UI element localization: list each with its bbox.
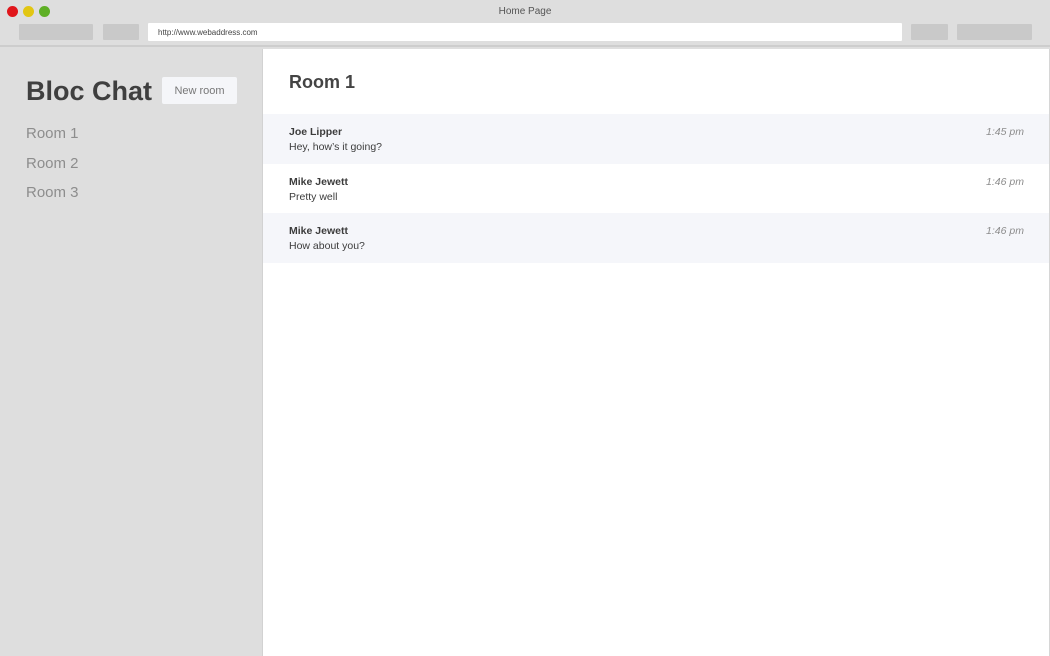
browser-window: Home Page http://www.webaddress.com Bloc… bbox=[0, 0, 1050, 656]
sidebar: Bloc Chat New room Room 1 Room 2 Room 3 bbox=[0, 49, 262, 656]
message-time: 1:46 pm bbox=[986, 175, 1024, 188]
message-author: Joe Lipper bbox=[289, 126, 343, 138]
back-forward-button[interactable] bbox=[19, 24, 93, 40]
message-item: Mike Jewett Pretty well 1:46 pm bbox=[263, 164, 1049, 214]
message-author: Mike Jewett bbox=[289, 225, 348, 237]
message-list: Joe Lipper Hey, how’s it going? 1:45 pm … bbox=[263, 114, 1049, 263]
message-time: 1:45 pm bbox=[986, 126, 1024, 138]
message-item: Mike Jewett How about you? 1:46 pm bbox=[263, 213, 1049, 263]
app-title: Bloc Chat bbox=[26, 76, 153, 106]
room-list: Room 1 Room 2 Room 3 bbox=[26, 125, 79, 214]
message-time: 1:46 pm bbox=[986, 225, 1024, 237]
message-author: Mike Jewett bbox=[289, 175, 348, 188]
message-item: Joe Lipper Hey, how’s it going? 1:45 pm bbox=[263, 114, 1049, 164]
reload-button[interactable] bbox=[103, 24, 139, 40]
room-list-item[interactable]: Room 1 bbox=[26, 125, 79, 155]
toolbar-button[interactable] bbox=[911, 24, 948, 40]
room-list-item[interactable]: Room 3 bbox=[26, 184, 79, 214]
new-room-button[interactable]: New room bbox=[162, 77, 237, 104]
toolbar-menu-button[interactable] bbox=[957, 24, 1032, 40]
chat-panel: Room 1 Joe Lipper Hey, how’s it going? 1… bbox=[262, 49, 1049, 656]
address-bar[interactable]: http://www.webaddress.com bbox=[148, 23, 902, 41]
message-text: Pretty well bbox=[289, 190, 338, 203]
room-list-item[interactable]: Room 2 bbox=[26, 155, 79, 185]
window-title: Home Page bbox=[498, 6, 552, 17]
message-text: Hey, how’s it going? bbox=[289, 141, 382, 153]
room-title: Room 1 bbox=[289, 72, 356, 92]
browser-titlebar: Home Page http://www.webaddress.com bbox=[0, 0, 1050, 47]
message-text: How about you? bbox=[289, 240, 365, 252]
